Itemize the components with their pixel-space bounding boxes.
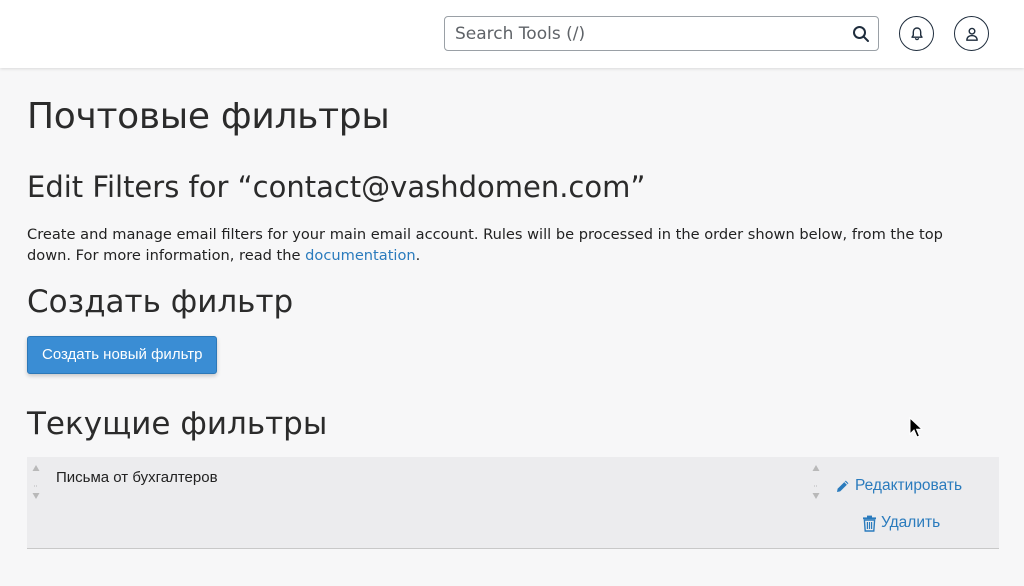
bell-icon <box>910 26 923 40</box>
top-bar <box>0 0 1024 68</box>
search-input[interactable] <box>455 23 845 44</box>
description-text: Create and manage email filters for your… <box>27 226 943 264</box>
page-title: Почтовые фильтры <box>27 96 390 137</box>
edit-filter-label: Редактировать <box>855 477 963 494</box>
current-filters-heading: Текущие фильтры <box>27 406 328 442</box>
pencil-icon <box>837 480 849 492</box>
description: Create and manage email filters for your… <box>27 224 977 266</box>
drag-handle-icon[interactable] <box>811 461 821 501</box>
notifications-button[interactable] <box>899 16 934 51</box>
drag-handle-icon[interactable] <box>31 461 41 501</box>
mouse-cursor-icon <box>909 417 923 438</box>
search-icon[interactable] <box>852 25 870 43</box>
documentation-link[interactable]: documentation <box>305 247 416 264</box>
trash-icon <box>863 515 876 532</box>
description-end: . <box>415 247 421 264</box>
user-menu-button[interactable] <box>954 16 989 51</box>
edit-filter-link[interactable]: Редактировать <box>835 477 962 495</box>
filter-row: Письма от бухгалтеров Редактировать Удал… <box>27 457 999 549</box>
search-box[interactable] <box>444 16 879 51</box>
delete-filter-label: Удалить <box>881 514 941 531</box>
filter-name: Письма от бухгалтеров <box>56 469 218 486</box>
delete-filter-link[interactable]: Удалить <box>862 514 940 532</box>
create-new-filter-button[interactable]: Создать новый фильтр <box>27 336 218 374</box>
create-filter-heading: Создать фильтр <box>27 284 294 320</box>
edit-filters-heading: Edit Filters for “contact@vashdomen.com” <box>27 170 646 204</box>
user-icon <box>965 27 978 41</box>
